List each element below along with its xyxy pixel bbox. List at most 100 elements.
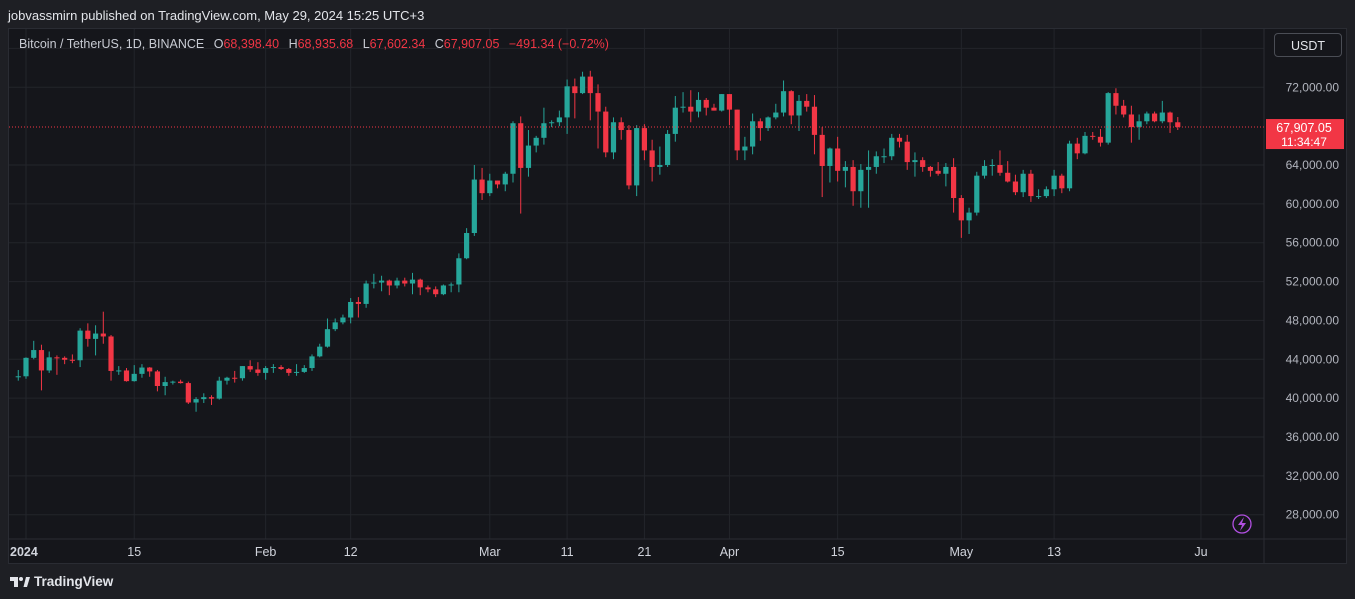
candle-body-up	[309, 356, 315, 369]
candle-body-up	[989, 165, 995, 166]
x-tick-label: Apr	[720, 545, 739, 559]
y-tick-label: 52,000.00	[1286, 275, 1340, 289]
candle-body-down	[649, 150, 655, 167]
high-label: H	[288, 37, 298, 51]
candle-body-up	[541, 123, 547, 138]
footer: TradingView	[0, 564, 1355, 599]
candlestick-chart[interactable]: 76,000.0072,000.0064,000.0060,000.0056,0…	[9, 29, 1347, 564]
candle-body-up	[796, 100, 802, 116]
candle-body-up	[966, 212, 972, 221]
x-tick-label: Mar	[479, 545, 501, 559]
candle-body-down	[1113, 93, 1119, 106]
candle-body-down	[417, 279, 423, 288]
candle-body-up	[1082, 135, 1088, 154]
candle-body-up	[131, 373, 137, 382]
y-tick-label: 44,000.00	[1286, 352, 1340, 366]
tradingview-name: TradingView	[34, 574, 114, 589]
x-tick-label: 12	[344, 545, 358, 559]
candle-body-down	[479, 179, 485, 194]
candle-body-down	[595, 93, 601, 112]
candle-body-down	[85, 330, 91, 339]
candle-body-down	[62, 357, 68, 360]
high-value: 68,935.68	[297, 37, 354, 51]
candle-body-down	[208, 397, 215, 399]
candle-body-down	[1012, 181, 1019, 193]
currency-button[interactable]: USDT	[1274, 33, 1342, 57]
candle-body-down	[386, 280, 392, 286]
lightning-icon[interactable]	[1232, 514, 1252, 534]
candle-body-down	[1074, 143, 1080, 154]
x-tick-label: 13	[1047, 545, 1061, 559]
candle-body-up	[216, 380, 222, 399]
candle-body-up	[719, 94, 725, 111]
candle-body-down	[494, 180, 501, 185]
candle-body-down	[626, 130, 632, 186]
price-badge-countdown: 11:34:47	[1281, 135, 1327, 149]
candle-body-up	[378, 280, 385, 283]
candle-body-up	[881, 156, 887, 158]
candle-body-down	[178, 381, 184, 384]
candle-body-up	[394, 280, 400, 286]
candle-body-up	[525, 145, 532, 168]
candle-body-up	[579, 76, 586, 94]
candle-body-down	[1151, 113, 1158, 122]
candle-body-down	[278, 367, 284, 369]
candle-body-down	[247, 366, 253, 370]
candle-body-up	[750, 121, 756, 147]
candle-body-down	[603, 111, 609, 153]
x-tick-label: Ju	[1194, 545, 1207, 559]
y-tick-label: 72,000.00	[1286, 80, 1340, 94]
y-tick-label: 36,000.00	[1286, 430, 1340, 444]
candle-body-up	[943, 166, 949, 174]
candle-body-down	[185, 383, 191, 403]
close-label: C	[434, 37, 444, 51]
candle-body-down	[1097, 136, 1104, 143]
publish-info: jobvassmirn published on TradingView.com…	[8, 8, 425, 23]
candle-body-down	[1059, 175, 1065, 189]
candle-body-up	[448, 284, 454, 286]
candle-body-up	[664, 133, 671, 165]
candle-body-down	[100, 333, 106, 337]
candle-body-down	[1028, 173, 1034, 197]
chart-panel[interactable]: Bitcoin / TetherUS, 1D, BINANCE O68,398.…	[8, 28, 1347, 564]
candle-body-down	[896, 137, 903, 142]
close-value: 67,907.05	[443, 37, 500, 51]
candle-body-up	[46, 357, 52, 371]
candle-body-up	[672, 107, 678, 134]
candle-body-up	[348, 301, 354, 318]
y-tick-label: 64,000.00	[1286, 158, 1340, 172]
candle-body-up	[1144, 113, 1150, 122]
candle-body-down	[641, 128, 647, 151]
candle-body-down	[904, 141, 910, 163]
symbol-title[interactable]: Bitcoin / TetherUS, 1D, BINANCE	[19, 37, 204, 51]
y-tick-label: 28,000.00	[1286, 508, 1340, 522]
candle-body-down	[433, 289, 439, 295]
candle-body-up	[634, 128, 640, 186]
candle-body-up	[224, 377, 230, 381]
candle-body-up	[332, 322, 338, 330]
candle-body-down	[1090, 135, 1096, 137]
candle-body-down	[958, 198, 964, 221]
candle-body-up	[324, 329, 331, 347]
candle-body-up	[116, 370, 122, 372]
candle-body-up	[92, 333, 99, 339]
candle-body-up	[865, 166, 872, 170]
candle-body-down	[54, 357, 60, 359]
tradingview-brand[interactable]: TradingView	[10, 574, 113, 589]
candle-body-down	[618, 122, 624, 131]
candle-body-down	[688, 106, 694, 112]
candle-body-down	[1128, 114, 1134, 128]
candle-body-up	[742, 146, 748, 151]
candle-body-up	[680, 106, 686, 108]
candle-body-up	[23, 357, 29, 377]
x-tick-label: 2024	[10, 545, 38, 559]
candle-body-up	[201, 397, 207, 400]
x-tick-label: 15	[831, 545, 845, 559]
candle-body-up	[1043, 189, 1049, 197]
candle-body-up	[471, 179, 477, 233]
publish-header: jobvassmirn published on TradingView.com…	[0, 0, 1355, 28]
x-tick-label: 21	[637, 545, 651, 559]
candle-body-up	[487, 180, 493, 194]
candle-body-down	[69, 359, 75, 361]
candle-body-up	[409, 279, 416, 284]
